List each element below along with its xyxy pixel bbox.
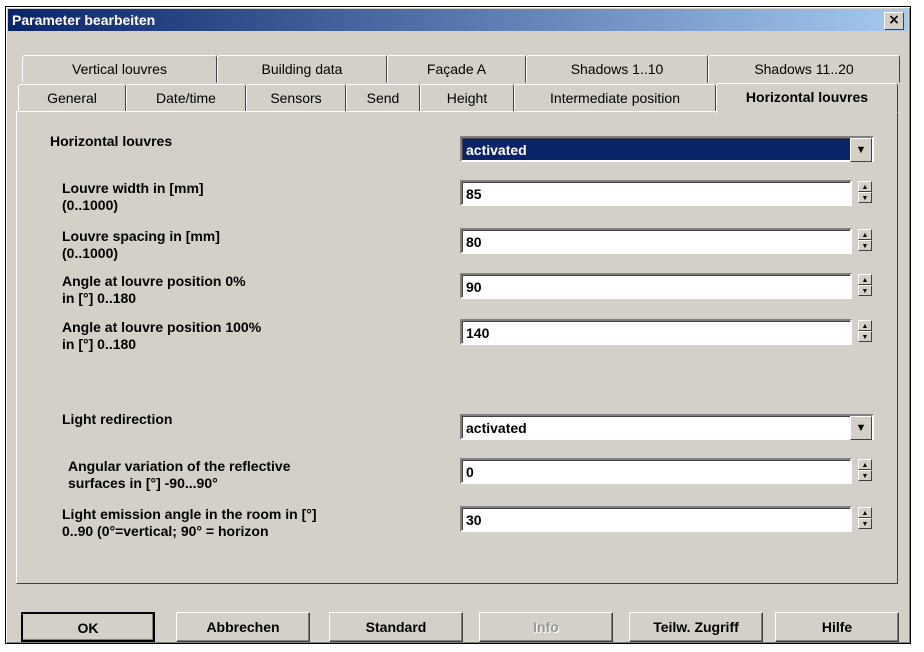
tab-horizontal-louvres[interactable]: Horizontal louvres [716, 83, 898, 113]
light-redirection-select[interactable]: activated [460, 414, 874, 440]
tab-shadows-11-20[interactable]: Shadows 11..20 [708, 55, 900, 83]
louvre-width-input[interactable]: 85 [460, 180, 852, 206]
spin-down-icon[interactable]: ▼ [858, 240, 872, 251]
label-louvre-width-range: (0..1000) [62, 197, 119, 213]
spin-up-icon[interactable]: ▲ [858, 274, 872, 285]
label-angular-variation: Angular variation of the reflective [68, 458, 291, 474]
louvre-spacing-spinner[interactable]: ▲ ▼ [858, 229, 872, 253]
tab-sensors[interactable]: Sensors [246, 84, 346, 112]
spin-up-icon[interactable]: ▲ [858, 320, 872, 331]
help-button[interactable]: Hilfe [775, 612, 899, 642]
spin-up-icon[interactable]: ▲ [858, 229, 872, 240]
title-bar: Parameter bearbeiten × [8, 9, 908, 31]
tab-building-data[interactable]: Building data [217, 55, 387, 83]
label-light-redirection: Light redirection [62, 411, 173, 427]
cancel-button[interactable]: Abbrechen [176, 612, 310, 642]
spin-down-icon[interactable]: ▼ [858, 285, 872, 296]
label-emission-angle: Light emission angle in the room in [°] [62, 506, 317, 522]
label-angle-100: Angle at louvre position 100% [62, 319, 262, 335]
label-louvre-spacing-range: (0..1000) [62, 245, 119, 261]
angle-100-spinner[interactable]: ▲ ▼ [858, 320, 872, 344]
tab-facade-a[interactable]: Façade A [387, 55, 526, 83]
spin-down-icon[interactable]: ▼ [858, 518, 872, 529]
spin-down-icon[interactable]: ▼ [858, 331, 872, 342]
tab-general[interactable]: General [18, 84, 126, 112]
emission-angle-spinner[interactable]: ▲ ▼ [858, 507, 872, 531]
label-horizontal-louvres: Horizontal louvres [50, 133, 173, 149]
tab-intermediate-position[interactable]: Intermediate position [514, 84, 716, 112]
tab-send[interactable]: Send [346, 84, 420, 112]
horizontal-louvres-select[interactable]: activated [460, 136, 874, 162]
window-title: Parameter bearbeiten [12, 12, 156, 28]
angle-0-input[interactable]: 90 [460, 273, 852, 299]
louvre-width-spinner[interactable]: ▲ ▼ [858, 181, 872, 205]
label-emission-angle-range: 0..90 (0°=vertical; 90° = horizon [62, 523, 269, 539]
partial-access-button[interactable]: Teilw. Zugriff [629, 612, 763, 642]
ok-button[interactable]: OK [21, 612, 155, 642]
spin-down-icon[interactable]: ▼ [858, 470, 872, 481]
label-louvre-width: Louvre width in [mm] [62, 180, 204, 196]
info-button: Info [479, 612, 613, 642]
dropdown-arrow-icon[interactable]: ▼ [850, 416, 872, 440]
spin-up-icon[interactable]: ▲ [858, 459, 872, 470]
tab-date-time[interactable]: Date/time [126, 84, 246, 112]
angle-0-spinner[interactable]: ▲ ▼ [858, 274, 872, 298]
label-angle-100-range: in [°] 0..180 [62, 336, 137, 352]
label-angle-0: Angle at louvre position 0% [62, 273, 246, 289]
tab-height[interactable]: Height [420, 84, 514, 112]
spin-up-icon[interactable]: ▲ [858, 507, 872, 518]
angle-100-input[interactable]: 140 [460, 319, 852, 345]
spin-down-icon[interactable]: ▼ [858, 192, 872, 203]
angular-variation-spinner[interactable]: ▲ ▼ [858, 459, 872, 483]
emission-angle-input[interactable]: 30 [460, 506, 852, 532]
louvre-spacing-input[interactable]: 80 [460, 228, 852, 254]
standard-button[interactable]: Standard [329, 612, 463, 642]
label-angle-0-range: in [°] 0..180 [62, 290, 137, 306]
label-angular-variation-range: surfaces in [°] -90...90° [68, 475, 218, 491]
spin-up-icon[interactable]: ▲ [858, 181, 872, 192]
tab-shadows-1-10[interactable]: Shadows 1..10 [526, 55, 708, 83]
close-button[interactable]: × [884, 12, 904, 30]
tab-vertical-louvres[interactable]: Vertical louvres [22, 55, 217, 83]
dropdown-arrow-icon[interactable]: ▼ [850, 138, 872, 162]
angular-variation-input[interactable]: 0 [460, 458, 852, 484]
label-louvre-spacing: Louvre spacing in [mm] [62, 228, 220, 244]
